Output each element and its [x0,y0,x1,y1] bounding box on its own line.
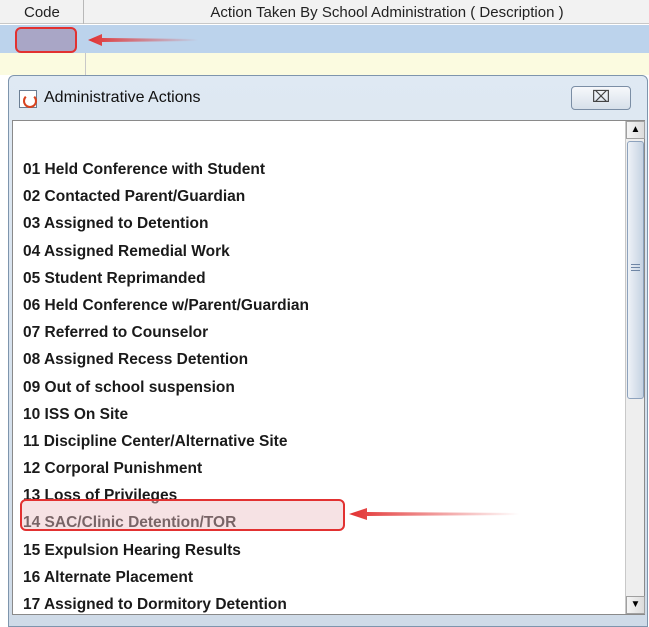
annotation-arrow-code [88,34,198,46]
dialog-title: Administrative Actions [44,89,201,106]
list-item[interactable]: 15 Expulsion Hearing Results [13,537,625,564]
java-icon [19,90,37,108]
table-row-left-cell[interactable] [0,53,85,75]
table-row-description-cell[interactable] [85,53,649,75]
list-item[interactable]: 06 Held Conference w/Parent/Guardian [13,292,625,319]
list-item[interactable]: 09 Out of school suspension [13,374,625,401]
close-button[interactable]: ⌧ [571,86,631,110]
description-column-header[interactable]: Action Taken By School Administration ( … [85,0,649,24]
grip-icon [631,264,640,271]
list-item[interactable]: 01 Held Conference with Student [13,156,625,183]
code-cell[interactable] [15,27,77,53]
list-item[interactable]: 08 Assigned Recess Detention [13,346,625,373]
highlight-annotation-box [20,499,345,531]
list-item[interactable]: 16 Alternate Placement [13,564,625,591]
list-item[interactable]: 03 Assigned to Detention [13,210,625,237]
annotation-arrow-item [349,508,519,520]
scroll-thumb[interactable] [627,141,644,399]
actions-table: Code Action Taken By School Administrati… [0,0,649,75]
scroll-down-arrow-icon[interactable]: ▼ [626,596,645,614]
list-item[interactable]: 17 Assigned to Dormitory Detention [13,591,625,614]
dialog-titlebar[interactable]: Administrative Actions ⌧ [9,76,647,116]
list-item[interactable]: 04 Assigned Remedial Work [13,238,625,265]
list-item[interactable]: 07 Referred to Counselor [13,319,625,346]
code-column-header[interactable]: Code [0,0,84,24]
list-item-corporal-punishment[interactable]: 12 Corporal Punishment [13,455,625,482]
list-item[interactable]: 05 Student Reprimanded [13,265,625,292]
list-item[interactable]: 02 Contacted Parent/Guardian [13,183,625,210]
actions-list-frame: 01 Held Conference with Student 02 Conta… [12,120,645,615]
actions-list[interactable]: 01 Held Conference with Student 02 Conta… [13,121,625,614]
list-item[interactable]: 11 Discipline Center/Alternative Site [13,428,625,455]
scroll-up-arrow-icon[interactable]: ▲ [626,121,645,139]
administrative-actions-dialog: Administrative Actions ⌧ 01 Held Confere… [8,75,648,627]
list-item[interactable]: 10 ISS On Site [13,401,625,428]
vertical-scrollbar[interactable]: ▲ ▼ [625,121,645,614]
table-header-row: Code Action Taken By School Administrati… [0,0,649,24]
